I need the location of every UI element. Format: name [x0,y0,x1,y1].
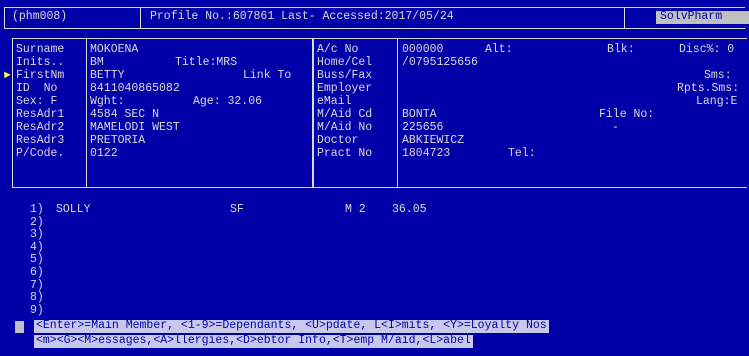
surname-label: Surname [16,43,65,56]
surname-field[interactable]: MOKOENA [90,43,138,57]
sex-field[interactable]: Sex: F [16,95,57,109]
practice-no-field[interactable]: 1804723 [402,147,450,161]
header-separator-1 [140,7,141,29]
firstname-field[interactable]: BETTY [90,69,125,83]
account-no-field[interactable]: 000000 [402,43,443,57]
resadr1-label: ResAdr1 [16,108,65,121]
resadr2-field[interactable]: MAMELODI WEST [90,121,180,135]
dependant-number[interactable]: 6) [30,266,44,280]
header-separator-2 [624,7,625,29]
resadr2-label: ResAdr2 [16,121,65,134]
dependant-number[interactable]: 3) [30,229,44,242]
doctor-label: Doctor [317,134,359,147]
account-panel [313,38,747,188]
dependant-name: SOLLY [56,203,91,216]
blk-label: Blk: [607,43,635,56]
dependant-number[interactable]: 8) [30,292,44,305]
medical-aid-code-label: M/Aid Cd [317,108,373,121]
program-code: (phm008) [12,10,68,23]
pointer-arrow-icon: ► [4,70,11,82]
discount-field: Disc%: 0 [679,43,735,56]
alt-label: Alt: [485,43,513,56]
age-field: Age: 32.06 [193,95,263,108]
dependant-code: SF [230,203,244,216]
resadr3-label: ResAdr3 [16,134,65,147]
employer-label: Employer [317,82,373,95]
id-field[interactable]: 8411040865082 [90,82,180,96]
dependant-number[interactable]: 9) [30,304,44,318]
buss-fax-label: Buss/Fax [317,69,373,82]
doctor-field[interactable]: ABKIEWICZ [402,134,464,148]
home-cel-label: Home/Cel [317,56,373,69]
postcode-label: P/Code. [16,147,65,160]
medical-aid-code-field[interactable]: BONTA [402,108,437,122]
prompt-line-1: <Enter>=Main Member, <1-9>=Dependants, <… [34,319,549,333]
profile-info: Profile No.:607861 Last- Accessed:2017/0… [150,10,454,23]
dependant-number[interactable]: 1) [30,203,44,217]
weight-label: Wght: [90,95,125,108]
account-panel-divider [397,38,398,188]
medical-aid-no-label: M/Aid No [317,121,373,134]
home-cel-field[interactable]: /0795125656 [402,56,478,70]
cursor-block [15,321,24,333]
app-name-badge: SolvPharm [656,10,749,24]
email-label: eMail [317,95,352,108]
language-field: Lang:E [696,95,738,108]
postcode-field[interactable]: 0122 [90,147,118,161]
firstname-label: FirstNm [16,69,65,82]
inits-field[interactable]: BM [90,56,104,70]
dependant-relation: M 2 [345,203,366,216]
header-left-border [4,7,5,29]
account-no-label: A/c No [317,43,359,56]
inits-label: Inits.. [16,56,65,69]
sms-label: Sms: [704,69,732,82]
practice-no-label: Pract No [317,147,373,160]
id-label: ID No [16,82,58,95]
link-to-label: Link To [243,69,292,82]
medical-aid-no-field[interactable]: 225656 [402,121,443,135]
file-no-dash: - [612,121,619,134]
dependant-age: 36.05 [392,203,427,216]
file-no-label: File No: [599,108,655,121]
resadr1-field[interactable]: 4584 SEC N [90,108,159,122]
patient-panel-divider [86,38,87,188]
reports-sms-label: Rpts.Sms: [677,82,740,95]
resadr3-field[interactable]: PRETORIA [90,134,145,148]
prompt-line-2: <m><G><M>essages,<A>llergies,<D>ebtor In… [34,334,473,348]
tel-label: Tel: [508,147,536,160]
title-field[interactable]: Title:MRS [175,56,237,70]
terminal-screen: (phm008) Profile No.:607861 Last- Access… [0,0,749,356]
